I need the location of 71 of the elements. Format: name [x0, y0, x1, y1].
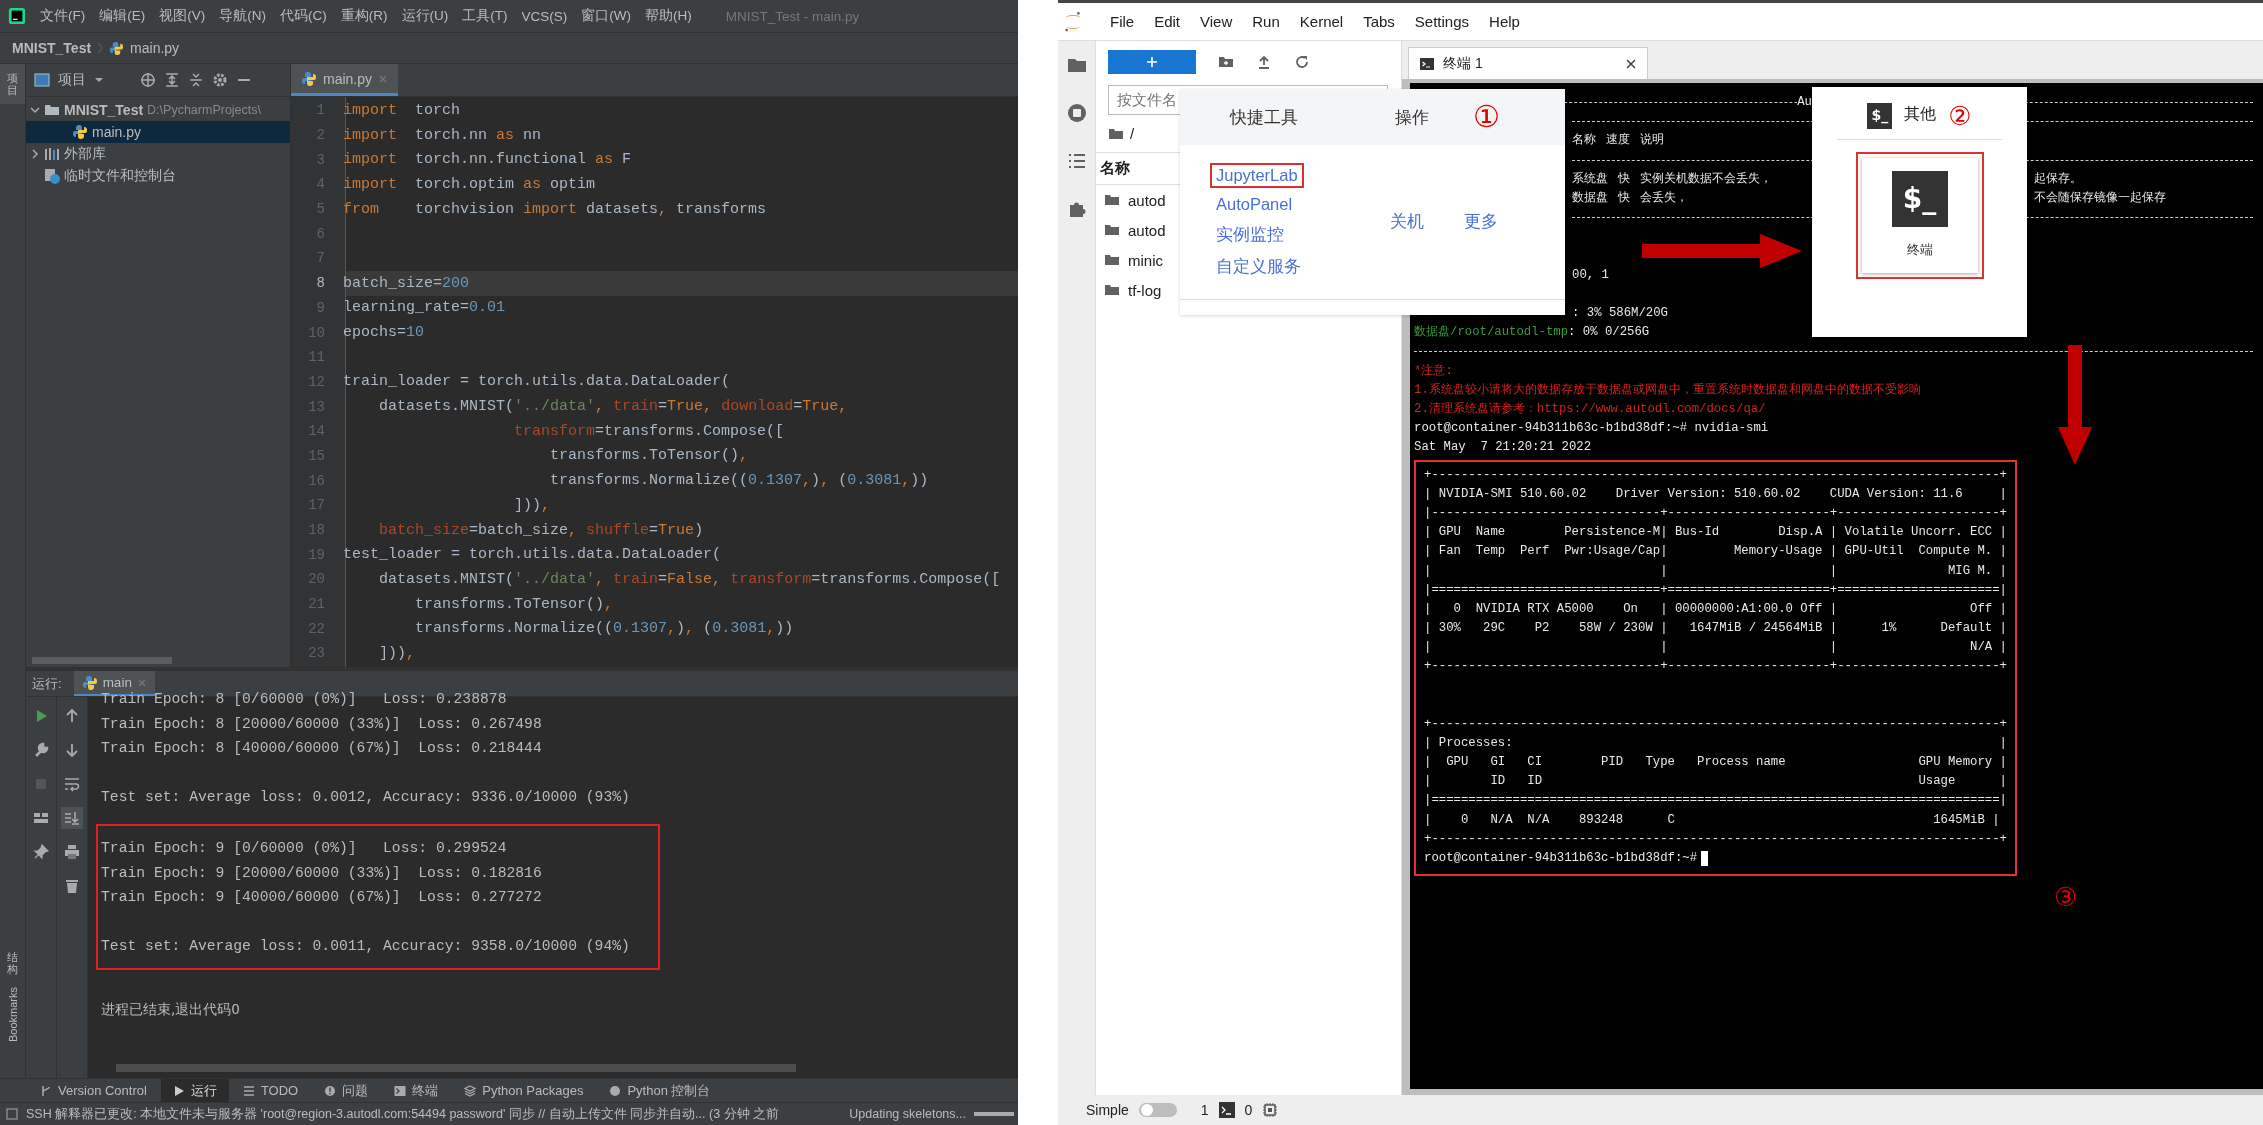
code-line: epochs=10: [343, 324, 425, 342]
terminal-line: | 30% 29C P2 58W / 230W | 1647MiB / 24564MiB | 1% Default |: [1424, 620, 2007, 638]
code-line: ])),: [378, 644, 416, 662]
output-line: Train Epoch: 8 [20000/60000 (33%)] Loss: 0.267498: [101, 714, 543, 734]
code-line: batch_size=batch_size, shuffle=True): [378, 521, 704, 539]
project-path: D:\PycharmProjects\: [147, 103, 261, 117]
terminal-line: +-----------------------------------------------------------------------------+: [1424, 466, 2007, 484]
status-count: 0: [1244, 1102, 1253, 1118]
terminal-line: | 0 NVIDIA RTX A5000 On | 00000000:A1:00.0 Off | Off |: [1424, 600, 2007, 618]
code-line: import torch.optim as optim: [343, 175, 596, 193]
terminal-line: |===============================+======================+======================|: [1424, 581, 2007, 599]
window-title: MNIST_Test - main.py: [725, 8, 860, 24]
terminal-line: | ID ID Usage |: [1424, 773, 2007, 791]
code-line: import torch.nn.functional as F: [343, 151, 632, 169]
code-line: batch_size=200: [343, 274, 470, 292]
output-line: Train Epoch: 8 [40000/60000 (67%)] Loss: 0.218444: [101, 739, 543, 758]
output-line: Train Epoch: 9 [20000/60000 (33%)] Loss: 0.182816: [101, 863, 543, 883]
output-line: 进程已结束,退出代码0: [101, 1000, 240, 1019]
code-line: transforms.ToTensor(),: [549, 447, 749, 465]
terminal-line: | GPU Name Persistence-M| Bus-Id Disp.A | Volatile Uncorr. ECC |: [1424, 524, 2007, 542]
terminal-line: | | | N/A |: [1424, 639, 2007, 657]
terminal-line: 1.系统盘较小请将大的数据存放于数据盘或网盘中，重置系统时数据盘和网盘中的数据不受影响: [1414, 381, 1922, 399]
terminal-line: | | | MIG M. |: [1424, 562, 2007, 580]
status-count: 1: [1200, 1102, 1209, 1118]
code-line: from torchvision import datasets, transforms: [343, 200, 767, 218]
code-line: train_loader = torch.utils.data.DataLoader(: [343, 373, 731, 391]
output-line: Train Epoch: 9 [0/60000 (0%)] Loss: 0.299524: [101, 839, 508, 858]
terminal-line: | Fan Temp Perf Pwr:Usage/Cap| Memory-Usage | GPU-Util Compute M. |: [1424, 543, 2007, 561]
code-line: import torch.nn as nn: [343, 126, 542, 144]
terminal-line: +-----------------------------------------------------------------------------+: [1424, 830, 2007, 848]
terminal-prompt: root@container-94b311b63c-b1bd38df:~#: [1424, 849, 1698, 867]
code-line: datasets.MNIST('../data', train=True, download=True,: [378, 398, 848, 416]
terminal-line: Sat May 7 21:20:21 2022: [1414, 439, 1593, 457]
terminal-text: : 0% 0/256G: [1568, 324, 1650, 342]
status-task: Updating skeletons...: [849, 1107, 966, 1121]
code-line: import torch: [343, 101, 461, 119]
terminal-line: | 0 N/A N/A 893248 C 1645MiB |: [1424, 811, 2001, 829]
step-marker: ②: [1948, 103, 1972, 129]
code-line: learning_rate=0.01: [343, 299, 506, 317]
step-marker: ③: [2054, 882, 2078, 913]
terminal-line: |=============================================================================|: [1424, 792, 2007, 810]
code-line: transform=transforms.Compose([: [513, 422, 785, 440]
terminal-line: | Processes: |: [1424, 734, 2007, 752]
line-number: 8: [315, 275, 325, 292]
terminal-badge: $_: [1891, 170, 1948, 227]
terminal-line: root@container-94b311b63c-b1bd38df:~# nvidia-smi: [1414, 420, 1770, 438]
step-marker: ①: [1473, 102, 1500, 132]
output-line: Test set: Average loss: 0.0012, Accuracy: 9336.0/10000 (93%): [101, 787, 630, 807]
output-line: Train Epoch: 9 [40000/60000 (67%)] Loss: 0.277272: [101, 888, 543, 907]
terminal-text: 不会随保存镜像一起保存: [2034, 189, 2166, 207]
run-panel-label: 运行:: [32, 674, 62, 693]
code-line: transforms.Normalize((0.1307,), (0.3081,)): [549, 472, 929, 490]
section-title: 其他: [1904, 106, 1937, 126]
code-line: test_loader = torch.utils.data.DataLoader(: [343, 546, 722, 564]
code-line: transforms.Normalize((0.1307,), (0.3081,)): [414, 620, 794, 638]
code-line: datasets.MNIST('../data', train=False, transform=transforms.Compose([: [378, 570, 1001, 588]
code-line: transforms.ToTensor(),: [414, 595, 614, 613]
terminal-line: |-------------------------------+----------------------+----------------------+: [1424, 504, 2007, 522]
terminal-line: | NVIDIA-SMI 510.60.02 Driver Version: 510.60.02 CUDA Version: 11.6 |: [1424, 485, 2007, 503]
terminal-line: | GPU GI CI PID Type Process name GPU Memory |: [1424, 754, 2007, 771]
terminal-line: 2.清理系统盘请参考：https://www.autodl.com/docs/qa/: [1414, 401, 1767, 418]
status-mode-label: Simple: [1086, 1102, 1129, 1118]
terminal-text: 起保存。: [2034, 170, 2082, 188]
terminal-line: *注意:: [1414, 362, 1454, 380]
terminal-badge: $_: [1867, 103, 1893, 129]
status-message: SSH 解释器已更改: 本地文件未与服务器 'root@region-3.autodl.com:54494 password' 同步 // 自动上传文件 同步并自动... (3 分钟 之前: [26, 1105, 780, 1123]
terminal-line: +-----------------------------------------------------------------------------+: [1424, 715, 2007, 733]
code-line: ])),: [513, 496, 551, 514]
output-line: Test set: Average loss: 0.0011, Accuracy: 9358.0/10000 (94%): [101, 936, 630, 956]
terminal-text: 数据盘/root/autodl-tmp: [1414, 324, 1569, 342]
terminal-line: +-------------------------------+----------------------+----------------------+: [1424, 658, 2007, 676]
